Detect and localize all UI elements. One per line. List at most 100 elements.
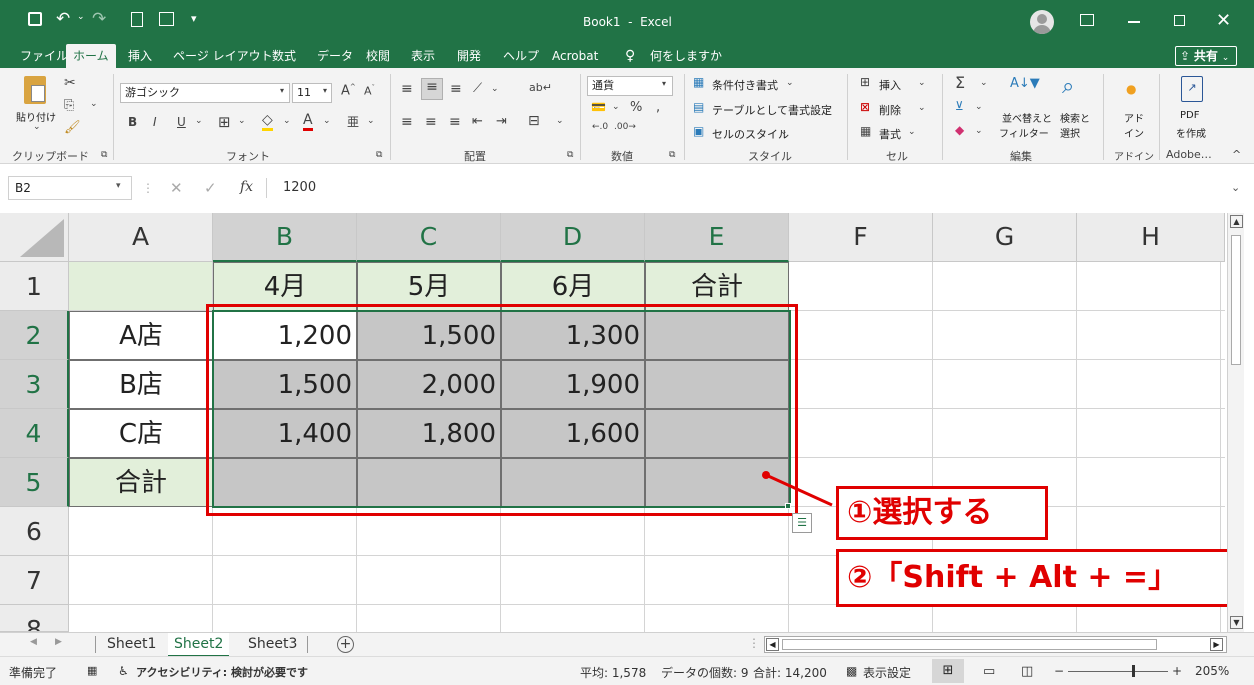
align-right-icon[interactable]: ≡: [449, 114, 461, 130]
sheet-tab-sheet1[interactable]: Sheet1: [107, 636, 156, 652]
format-painter-icon[interactable]: 🖌: [64, 120, 81, 135]
qat-customize-icon[interactable]: ▾: [191, 12, 197, 25]
format-as-table-dropdown-icon[interactable]: ⌄: [825, 103, 833, 113]
column-header-a[interactable]: A: [69, 213, 213, 262]
cell-a2[interactable]: A店: [69, 311, 213, 360]
addins-button-line2[interactable]: イン: [1124, 125, 1144, 140]
sort-filter-icon[interactable]: A↓▼: [1010, 76, 1040, 91]
page-layout-view-icon[interactable]: ▭: [983, 664, 995, 679]
tab-review[interactable]: 校閲: [366, 44, 390, 68]
number-launcher-icon[interactable]: ⧉: [669, 150, 675, 160]
name-box[interactable]: B2: [8, 176, 132, 200]
conditional-format-icon[interactable]: ▦: [693, 75, 704, 89]
align-center-icon[interactable]: ≡: [425, 114, 437, 130]
tab-split-handle[interactable]: ⋮: [748, 636, 760, 650]
minimize-icon[interactable]: [1128, 21, 1140, 23]
display-settings-icon[interactable]: ▩: [846, 664, 857, 678]
phonetic-icon[interactable]: 亜: [347, 113, 359, 130]
wrap-text-icon[interactable]: ab↵: [529, 81, 552, 94]
tab-help[interactable]: ヘルプ: [503, 44, 539, 68]
decrease-indent-icon[interactable]: ⇤: [472, 114, 483, 129]
search-icon[interactable]: ⌕: [1062, 74, 1074, 99]
close-icon[interactable]: ✕: [1216, 10, 1231, 31]
scroll-up-icon[interactable]: ▲: [1230, 215, 1243, 228]
enter-icon[interactable]: ✓: [204, 179, 217, 197]
fill-icon[interactable]: ⊻: [955, 99, 964, 113]
align-middle-icon[interactable]: ≡: [421, 78, 443, 100]
tab-home[interactable]: ホーム: [66, 44, 116, 68]
clipboard-launcher-icon[interactable]: ⧉: [101, 150, 107, 160]
merge-center-icon[interactable]: ⊟: [528, 113, 540, 129]
font-color-icon[interactable]: A: [303, 112, 313, 131]
underline-dropdown-icon[interactable]: ⌄: [195, 116, 203, 126]
cell-a1[interactable]: [69, 262, 213, 311]
format-as-table-button[interactable]: テーブルとして書式設定: [712, 102, 832, 118]
addins-icon[interactable]: ●: [1126, 82, 1136, 96]
sheet-prev-icon[interactable]: ◀: [30, 637, 37, 647]
paste-dropdown-icon[interactable]: ⌄: [33, 122, 41, 132]
clear-icon[interactable]: ◆: [955, 123, 964, 137]
zoom-slider-thumb[interactable]: [1132, 665, 1135, 677]
accessibility-icon[interactable]: ♿: [118, 664, 129, 678]
insert-cells-button[interactable]: 挿入: [879, 77, 901, 93]
merge-dropdown-icon[interactable]: ⌄: [556, 116, 564, 126]
row-header-2[interactable]: 2: [0, 311, 69, 360]
font-launcher-icon[interactable]: ⧉: [376, 150, 382, 160]
font-color-dropdown-icon[interactable]: ⌄: [323, 116, 331, 126]
format-dropdown-icon[interactable]: ⌄: [908, 127, 916, 137]
shrink-font-icon[interactable]: Aˇ: [364, 84, 375, 98]
conditional-format-dropdown-icon[interactable]: ⌄: [786, 78, 794, 88]
row-header-7[interactable]: 7: [0, 556, 69, 605]
row-header-8[interactable]: 8: [0, 605, 69, 632]
select-all-corner[interactable]: [0, 213, 69, 262]
paste-icon[interactable]: [24, 76, 46, 104]
undo-dropdown-icon[interactable]: ⌄: [77, 12, 85, 22]
row-header-6[interactable]: 6: [0, 507, 69, 556]
row-header-3[interactable]: 3: [0, 360, 69, 409]
borders-icon[interactable]: ⊞: [218, 113, 231, 131]
currency-icon[interactable]: 💳: [591, 100, 606, 114]
h-scroll-thumb[interactable]: [782, 639, 1157, 650]
row-header-5[interactable]: 5: [0, 458, 69, 507]
cell-styles-button[interactable]: セルのスタイル: [712, 126, 789, 142]
create-pdf-icon[interactable]: ↗: [1181, 76, 1203, 102]
increase-decimal-icon[interactable]: ←.0: [592, 122, 608, 132]
zoom-level[interactable]: 205%: [1195, 664, 1229, 678]
tab-data[interactable]: データ: [317, 44, 353, 68]
cut-icon[interactable]: ✂: [64, 75, 76, 91]
orientation-icon[interactable]: ⟋: [473, 81, 482, 96]
font-size-dropdown-icon[interactable]: ▾: [323, 86, 327, 95]
tab-formulas[interactable]: 数式: [272, 44, 296, 68]
decrease-decimal-icon[interactable]: .00→: [614, 122, 636, 132]
new-doc-icon[interactable]: [131, 12, 143, 27]
column-header-d[interactable]: D: [501, 213, 645, 262]
copy-dropdown-icon[interactable]: ⌄: [90, 99, 98, 109]
sheet-tab-sheet2[interactable]: Sheet2: [168, 633, 230, 657]
zoom-in-icon[interactable]: +: [1172, 664, 1182, 678]
maximize-icon[interactable]: [1174, 15, 1185, 26]
scroll-down-icon[interactable]: ▼: [1230, 616, 1243, 629]
bold-icon[interactable]: B: [128, 115, 137, 129]
addins-button[interactable]: アド: [1124, 110, 1144, 125]
format-cells-icon[interactable]: ▦: [860, 124, 871, 138]
align-left-icon[interactable]: ≡: [401, 114, 413, 130]
column-header-e[interactable]: E: [645, 213, 789, 262]
grow-font-icon[interactable]: A^: [341, 83, 356, 98]
create-pdf-button-line2[interactable]: を作成: [1176, 125, 1206, 140]
delete-cells-button[interactable]: 削除: [879, 102, 901, 118]
font-name-dropdown-icon[interactable]: ▾: [280, 86, 284, 95]
number-format-combo[interactable]: 通貨: [587, 76, 673, 96]
share-button[interactable]: ⇪ 共有 ⌄: [1175, 46, 1237, 66]
formula-input[interactable]: 1200: [283, 180, 316, 195]
italic-icon[interactable]: I: [153, 115, 157, 129]
zoom-out-icon[interactable]: −: [1054, 664, 1064, 678]
scroll-left-icon[interactable]: ◀: [766, 638, 779, 651]
page-break-view-icon[interactable]: ◫: [1021, 664, 1033, 679]
add-sheet-icon[interactable]: +: [337, 636, 354, 653]
tab-insert[interactable]: 挿入: [128, 44, 152, 68]
sheet-tab-sheet3[interactable]: Sheet3: [248, 636, 297, 652]
autosum-dropdown-icon[interactable]: ⌄: [980, 78, 988, 88]
row-header-4[interactable]: 4: [0, 409, 69, 458]
cancel-icon[interactable]: ✕: [170, 179, 183, 197]
align-bottom-icon[interactable]: ≡: [450, 81, 462, 97]
